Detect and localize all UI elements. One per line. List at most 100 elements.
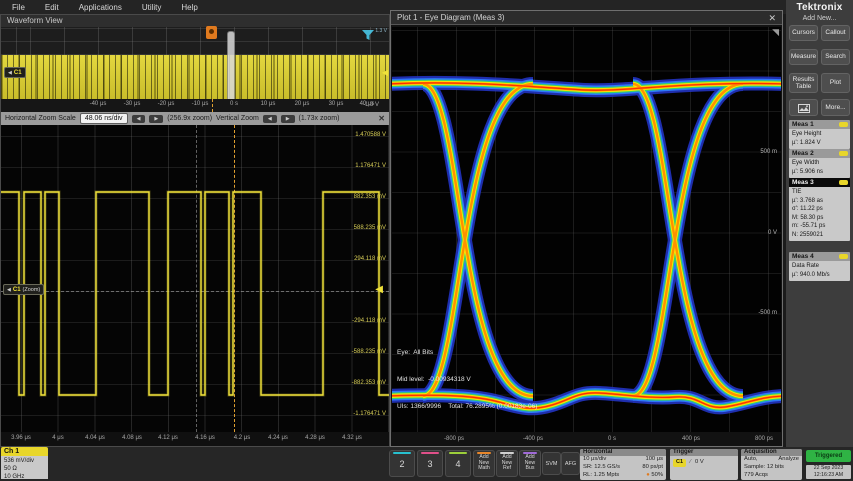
more-button[interactable]: More... — [821, 99, 850, 116]
screen-capture-button[interactable] — [789, 99, 818, 116]
channel1-waveform-trace — [1, 125, 389, 432]
v-axis-label: 1.470588 V — [355, 132, 386, 138]
meas2-badge[interactable]: Meas 2 Eye Width µ': 5.906 ns — [789, 149, 850, 178]
date-label: 22 Sep 2023 — [806, 465, 851, 472]
menu-file[interactable]: File — [12, 3, 25, 12]
v-zoom-factor: (1.73x zoom) — [299, 115, 340, 122]
channel-badge-c1[interactable]: ◀ C1 — [4, 67, 26, 78]
waveform-view-window: Waveform View 1.3 V ◀ C1 ◀ -40 μs -30 μs… — [0, 14, 390, 447]
channel1-scale: 536 mV/div — [4, 457, 48, 465]
zoom-bar-close-icon[interactable]: ✕ — [378, 114, 385, 123]
axis-tick: 4.32 μs — [342, 435, 362, 441]
camera-icon — [798, 103, 810, 113]
axis-tick: 20 μs — [295, 101, 310, 107]
source-tag — [839, 151, 848, 156]
eye-diagram-canvas[interactable]: ◥ 500 m 0 V -500 m Eye: All Bits Mid lev… — [392, 27, 781, 432]
v-axis-label: 1.176471 V — [355, 163, 386, 169]
menu-applications[interactable]: Applications — [79, 3, 122, 12]
plot-corner-handle-icon[interactable]: ◥ — [772, 28, 779, 37]
plot-button[interactable]: Plot — [821, 73, 850, 93]
close-icon[interactable]: ✕ — [768, 11, 776, 25]
right-sidebar: Tektronix Add New... Cursors Callout Mea… — [786, 0, 853, 447]
overview-graticule[interactable]: 1.3 V — [1, 27, 389, 55]
axis-tick: 400 ps — [682, 436, 700, 442]
add-new-label: Add New... — [786, 15, 853, 22]
overview-scale-bottom: -1.3 V — [363, 102, 379, 108]
axis-tick: 4 μs — [52, 435, 63, 441]
add-new-bus-button[interactable]: Add New Bus — [519, 450, 541, 477]
trigger-level: 0 V — [695, 459, 704, 467]
overview-time-axis: -40 μs -30 μs -20 μs -10 μs 0 s 10 μs 20… — [1, 99, 389, 112]
h-resolution: 80 ps/pt — [642, 464, 663, 472]
trigger-panel[interactable]: Trigger C1 ∕ 0 V — [670, 449, 738, 480]
trigger-position-marker[interactable] — [206, 26, 217, 39]
trigger-level-arrow-icon[interactable]: ◀ — [375, 285, 383, 295]
v-zoom-increase-button[interactable]: ▶ — [281, 115, 295, 123]
h-zoom-increase-button[interactable]: ▶ — [149, 115, 163, 123]
rising-edge-icon: ∕ — [690, 459, 691, 467]
left-arrow-icon: ◀ — [8, 70, 12, 76]
waveform-view-title: Waveform View — [1, 15, 389, 27]
acquisition-panel[interactable]: Acquisition Auto,Analyze Sample: 12 bits… — [741, 449, 802, 480]
axis-tick: 4.24 μs — [268, 435, 288, 441]
eye-diagram-titlebar[interactable]: Plot 1 - Eye Diagram (Meas 3) ✕ — [391, 11, 782, 25]
axis-tick: 10 μs — [261, 101, 276, 107]
overview-waveform-band[interactable]: ◀ C1 ◀ — [1, 55, 389, 99]
axis-tick: -20 μs — [158, 101, 175, 107]
axis-tick: 3.96 μs — [11, 435, 31, 441]
channel-badge-c1-zoom[interactable]: ◀ C1 (Zoom) — [3, 284, 44, 295]
position-dot-icon: ● — [646, 472, 650, 478]
add-new-ref-button[interactable]: Add New Ref — [496, 450, 518, 477]
meas3-badge[interactable]: Meas 3 TIE µ': 3.768 as σ': 11.22 ps M: … — [789, 178, 850, 241]
v-axis-label: 588.235 mV — [354, 225, 386, 231]
channel4-button[interactable]: 4 — [445, 450, 471, 477]
svm-button[interactable]: SVM — [542, 452, 561, 475]
results-table-button[interactable]: Results Table — [789, 73, 818, 93]
h-position: ● 50% — [646, 472, 663, 480]
axis-tick: 30 μs — [329, 101, 344, 107]
callout-button[interactable]: Callout — [821, 25, 850, 41]
v-axis-label: -882.353 mV — [352, 380, 386, 386]
left-arrow-icon: ◀ — [7, 287, 11, 293]
h-zoom-scale-value[interactable]: 48.06 ns/div — [80, 113, 128, 124]
channel1-badge[interactable]: Ch 1 536 mV/div 50 Ω 10 GHz — [1, 447, 48, 481]
meas1-type: Eye Height — [792, 130, 847, 139]
menu-help[interactable]: Help — [181, 3, 197, 12]
horizontal-panel[interactable]: Horizontal 10 μs/div100 μs SR: 12.5 GS/s… — [580, 449, 666, 480]
tektronix-logo: Tektronix — [786, 2, 853, 13]
source-tag — [839, 122, 848, 127]
meas4-badge[interactable]: Meas 4 Data Rate µ': 940.0 Mb/s — [789, 252, 850, 281]
axis-tick: 0 s — [230, 101, 238, 107]
h-scale: 10 μs/div — [583, 456, 606, 464]
meas1-badge[interactable]: Meas 1 Eye Height µ': 1.824 V — [789, 120, 850, 149]
zoom-scale-bar: Horizontal Zoom Scale 48.06 ns/div ◀ ▶ (… — [1, 112, 389, 125]
channel1-bandwidth: 10 GHz — [4, 473, 48, 481]
menu-edit[interactable]: Edit — [45, 3, 59, 12]
v-zoom-decrease-button[interactable]: ◀ — [263, 115, 277, 123]
eye-diagram-title: Plot 1 - Eye Diagram (Meas 3) — [397, 13, 505, 22]
search-button[interactable]: Search — [821, 49, 850, 65]
channel3-button[interactable]: 3 — [417, 450, 443, 477]
zoom-overlay-icon[interactable] — [361, 29, 375, 41]
eye-footer-line3: UIs: 1366/9996 Total: 76.2895% (0.00183e… — [397, 402, 537, 411]
v-axis-label: -1.176471 V — [353, 411, 386, 417]
zoom-waveform-canvas[interactable]: 1.470588 V 1.176471 V 882.353 mV 588.235… — [1, 125, 389, 432]
axis-tick: 4.2 μs — [234, 435, 250, 441]
afg-button[interactable]: AFG — [561, 452, 580, 475]
add-new-math-button[interactable]: Add New Math — [473, 450, 495, 477]
channel2-button[interactable]: 2 — [389, 450, 415, 477]
zoom-time-axis: 3.96 μs 4 μs 4.04 μs 4.08 μs 4.12 μs 4.1… — [1, 433, 389, 445]
meas3-type: TIE — [792, 188, 847, 197]
axis-tick: -10 μs — [192, 101, 209, 107]
eye-footer-line2: Mid level: -0.00934318 V — [397, 375, 537, 384]
axis-tick: -800 ps — [444, 436, 464, 442]
v-axis-label: 882.353 mV — [354, 194, 386, 200]
menu-utility[interactable]: Utility — [142, 3, 162, 12]
acq-sample-bits: Sample: 12 bits — [744, 464, 784, 472]
triggered-status-button[interactable]: Triggered — [806, 450, 851, 462]
channel4-color-stripe — [449, 452, 467, 454]
measure-button[interactable]: Measure — [789, 49, 818, 65]
ref-color-stripe — [500, 452, 514, 454]
h-zoom-decrease-button[interactable]: ◀ — [132, 115, 146, 123]
cursors-button[interactable]: Cursors — [789, 25, 818, 41]
